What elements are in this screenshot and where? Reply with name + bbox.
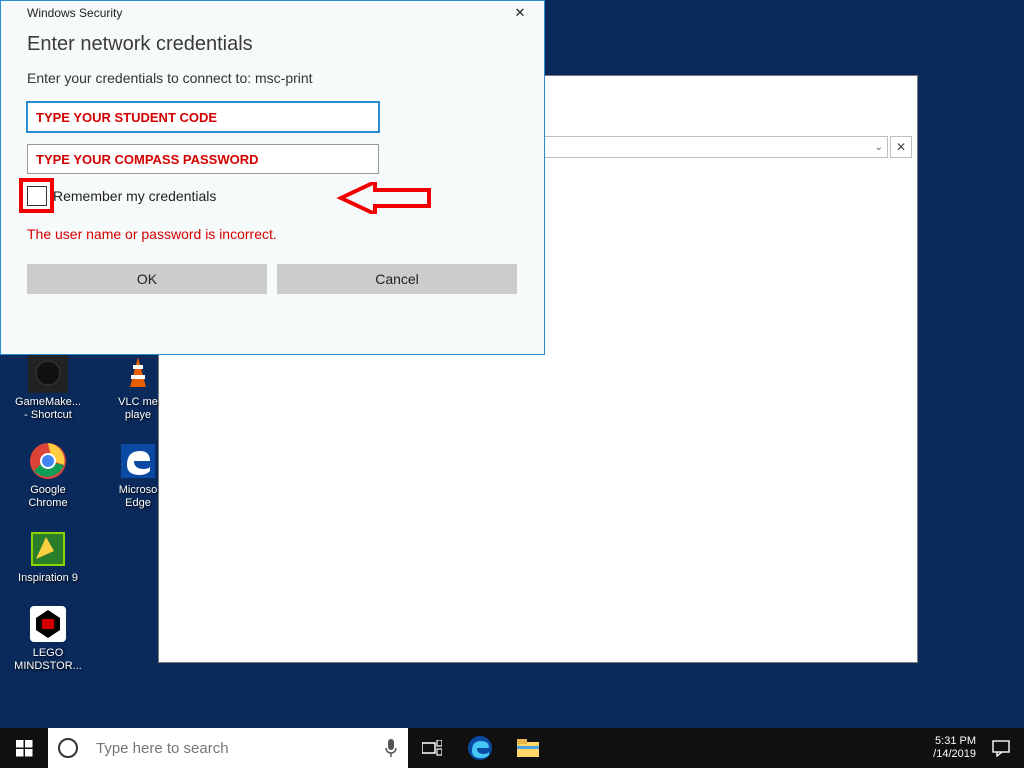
app-icon (27, 352, 69, 394)
icon-label: LEGOMINDSTOR... (14, 647, 82, 673)
app-icon (27, 528, 69, 570)
clock-time: 5:31 PM (933, 735, 976, 748)
system-tray: 5:31 PM /14/2019 (925, 728, 1024, 768)
search-box[interactable] (48, 728, 408, 768)
edge-icon (117, 440, 159, 482)
remember-label: Remember my credentials (53, 188, 216, 204)
remember-checkbox[interactable] (27, 186, 47, 206)
cancel-button[interactable]: Cancel (277, 264, 517, 294)
windows-icon (16, 740, 33, 757)
desktop-icon-lego[interactable]: LEGOMINDSTOR... (8, 603, 88, 673)
desktop-icon-chrome[interactable]: GoogleChrome (8, 440, 88, 510)
desktop-icon-gamemaker[interactable]: GameMake...- Shortcut (8, 352, 88, 422)
clock-date: /14/2019 (933, 748, 976, 761)
vlc-icon (117, 352, 159, 394)
icon-label: Inspiration 9 (18, 572, 78, 585)
taskbar-app-edge[interactable] (456, 728, 504, 768)
taskbar: 5:31 PM /14/2019 (0, 728, 1024, 768)
close-icon: ✕ (515, 5, 526, 21)
cortana-icon (48, 728, 88, 768)
close-icon: ✕ (896, 140, 906, 154)
icon-label: VLC meplaye (118, 396, 158, 422)
edge-icon (467, 735, 493, 761)
chevron-down-icon: ⌄ (875, 142, 883, 153)
taskbar-app-explorer[interactable] (504, 728, 552, 768)
dialog-heading: Enter network credentials (27, 33, 518, 56)
task-view-icon (422, 740, 442, 756)
clear-button[interactable]: ✕ (890, 136, 912, 158)
dialog-subtext: Enter your credentials to connect to: ms… (27, 70, 518, 86)
clock[interactable]: 5:31 PM /14/2019 (933, 735, 976, 761)
error-message: The user name or password is incorrect. (27, 226, 518, 242)
start-button[interactable] (0, 728, 48, 768)
credentials-dialog: Windows Security ✕ Enter network credent… (0, 0, 545, 355)
folder-icon (516, 738, 540, 758)
icon-label: MicrosoEdge (119, 484, 158, 510)
username-input[interactable]: TYPE YOUR STUDENT CODE (27, 102, 379, 132)
action-center-button[interactable] (984, 728, 1018, 768)
app-icon (27, 603, 69, 645)
desktop-icon-inspiration[interactable]: Inspiration 9 (8, 528, 88, 585)
task-view-button[interactable] (408, 728, 456, 768)
password-input[interactable]: TYPE YOUR COMPASS PASSWORD (27, 144, 379, 174)
search-input[interactable] (88, 740, 374, 757)
icon-label: GoogleChrome (28, 484, 67, 510)
notification-icon (992, 739, 1010, 757)
dialog-titlebar: Windows Security ✕ (1, 1, 544, 25)
dialog-title: Windows Security (9, 6, 122, 20)
chrome-icon (27, 440, 69, 482)
dialog-close-button[interactable]: ✕ (504, 3, 536, 23)
annotation-arrow-icon (335, 182, 431, 214)
ok-button[interactable]: OK (27, 264, 267, 294)
mic-icon[interactable] (374, 728, 408, 768)
icon-label: GameMake...- Shortcut (15, 396, 81, 422)
